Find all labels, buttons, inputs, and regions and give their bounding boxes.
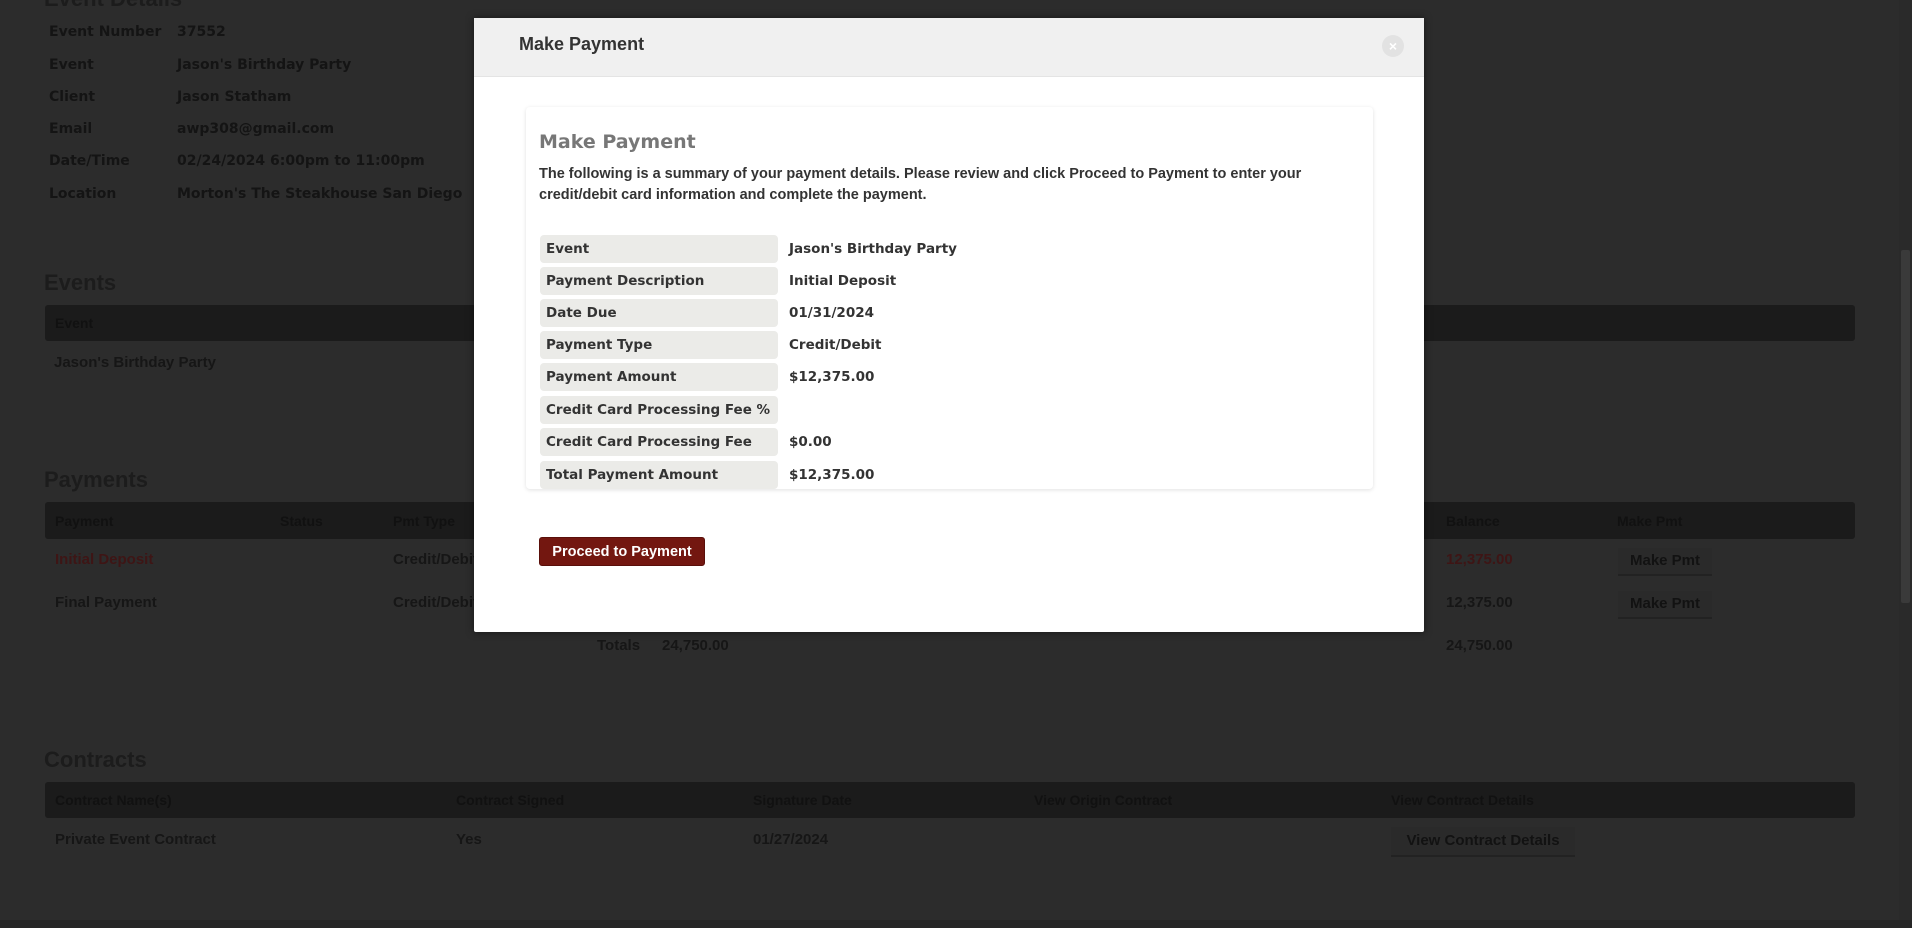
payment-balance: 12,375.00: [1446, 594, 1513, 611]
summary-row: Payment Description Initial Deposit: [540, 267, 1340, 295]
view-contract-details-button[interactable]: View Contract Details: [1391, 827, 1575, 857]
detail-label: Email: [49, 121, 93, 137]
make-payment-button[interactable]: Make Pmt: [1618, 591, 1712, 619]
contracts-table-header: Contract Name(s) Contract Signed Signatu…: [45, 782, 1855, 818]
detail-label: Date/Time: [49, 153, 130, 169]
summary-value: $0.00: [789, 434, 832, 450]
summary-label: Payment Description: [540, 267, 778, 295]
summary-label: Date Due: [540, 299, 778, 327]
column-header: Contract Name(s): [55, 792, 172, 808]
detail-label: Event Number: [49, 24, 162, 40]
make-payment-modal: Make Payment × Make Payment The followin…: [474, 18, 1424, 632]
summary-intro: The following is a summary of your payme…: [539, 166, 1302, 203]
payment-name[interactable]: Final Payment: [55, 594, 157, 611]
summary-value: 01/31/2024: [789, 305, 875, 321]
summary-row: Credit Card Processing Fee %: [540, 396, 1340, 424]
make-payment-button[interactable]: Make Pmt: [1618, 548, 1712, 576]
column-header: Payment: [55, 513, 114, 529]
payment-type: Credit/Debit: [393, 551, 479, 568]
payments-heading: Payments: [44, 467, 148, 492]
payment-balance: 12,375.00: [1446, 551, 1513, 568]
column-header: View Origin Contract: [1034, 792, 1173, 808]
summary-value: Jason's Birthday Party: [789, 241, 957, 257]
modal-header: Make Payment ×: [474, 18, 1424, 77]
detail-value[interactable]: awp308@gmail.com: [177, 121, 334, 137]
page-scrollbar[interactable]: [1899, 0, 1912, 920]
event-row-name[interactable]: Jason's Birthday Party: [54, 354, 216, 371]
column-header: Balance: [1446, 513, 1500, 529]
summary-row: Date Due 01/31/2024: [540, 299, 1340, 327]
totals-label: Totals: [597, 637, 641, 654]
summary-label: Payment Type: [540, 331, 778, 359]
column-header: View Contract Details: [1391, 792, 1534, 808]
contracts-heading: Contracts: [44, 747, 147, 772]
summary-value: Initial Deposit: [789, 273, 897, 289]
event-details-heading: Event Details: [44, 0, 182, 12]
summary-label: Credit Card Processing Fee: [540, 428, 778, 456]
summary-value: $12,375.00: [789, 467, 875, 483]
totals-amount: 24,750.00: [662, 637, 729, 654]
scrollbar-thumb[interactable]: [1901, 250, 1910, 603]
proceed-to-payment-button[interactable]: Proceed to Payment: [539, 537, 705, 566]
column-header: Contract Signed: [456, 792, 565, 808]
summary-label: Event: [540, 235, 778, 263]
payment-type: Credit/Debit: [393, 594, 479, 611]
payment-name[interactable]: Initial Deposit: [55, 551, 153, 568]
events-heading: Events: [44, 270, 117, 295]
signature-date: 01/27/2024: [753, 831, 829, 848]
column-header: Make Pmt: [1617, 513, 1683, 529]
detail-value: 02/24/2024 6:00pm to 11:00pm: [177, 153, 425, 169]
summary-label: Payment Amount: [540, 363, 778, 391]
modal-title: Make Payment: [519, 34, 645, 54]
summary-row: Payment Type Credit/Debit: [540, 331, 1340, 359]
summary-label: Total Payment Amount: [540, 461, 778, 489]
detail-value: Morton's The Steakhouse San Diego: [177, 186, 463, 202]
summary-heading: Make Payment: [539, 131, 696, 153]
detail-label: Client: [49, 89, 96, 105]
column-header: Signature Date: [753, 792, 852, 808]
column-header: Pmt Type: [393, 513, 455, 529]
payment-summary-card: Make Payment The following is a summary …: [526, 107, 1373, 489]
summary-label: Credit Card Processing Fee %: [540, 396, 778, 424]
column-header: Event: [55, 315, 94, 331]
summary-row: Credit Card Processing Fee $0.00: [540, 428, 1340, 456]
detail-label: Location: [49, 186, 117, 202]
detail-value: Jason Statham: [177, 89, 292, 105]
contract-name: Private Event Contract: [55, 831, 216, 848]
summary-row: Payment Amount $12,375.00: [540, 363, 1340, 391]
detail-value: Jason's Birthday Party: [177, 57, 352, 73]
contract-signed: Yes: [456, 831, 482, 848]
summary-row: Event Jason's Birthday Party: [540, 235, 1340, 263]
column-header: Status: [280, 513, 323, 529]
summary-row: Total Payment Amount $12,375.00: [540, 461, 1340, 489]
detail-label: Event: [49, 57, 94, 73]
summary-value: $12,375.00: [789, 369, 875, 385]
detail-value: 37552: [177, 24, 226, 40]
status-bar: [0, 920, 1912, 928]
totals-balance: 24,750.00: [1446, 637, 1513, 654]
summary-value: Credit/Debit: [789, 337, 882, 353]
close-icon[interactable]: ×: [1382, 35, 1404, 57]
